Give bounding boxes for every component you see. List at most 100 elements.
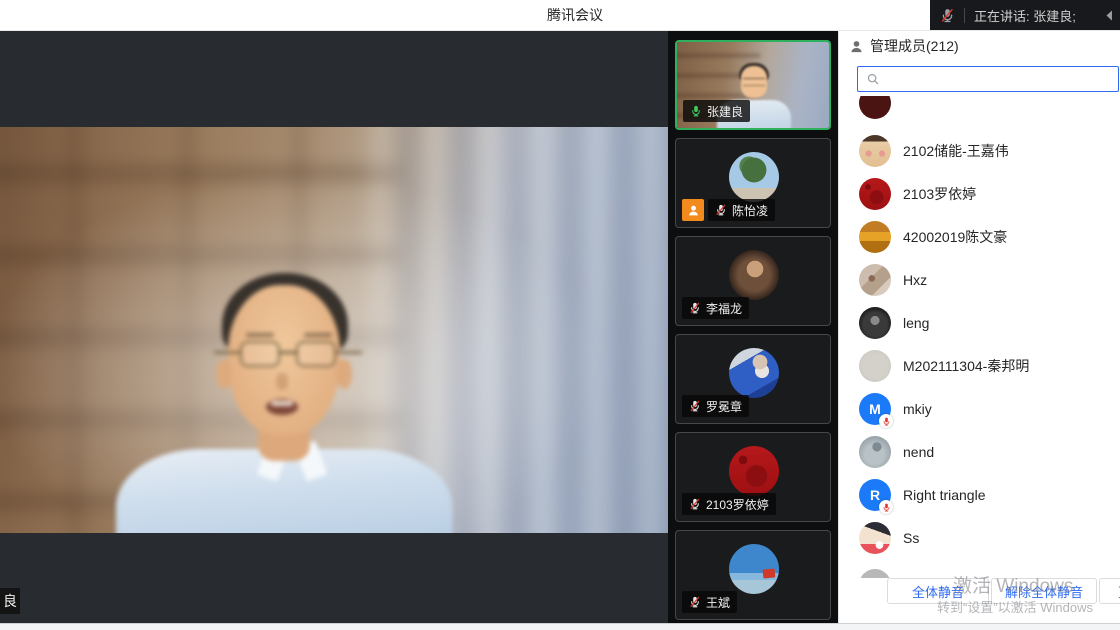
speaking-status-box: 正在讲话: 张建良; xyxy=(930,0,1120,30)
decor-shape xyxy=(691,303,699,313)
mic-muted-icon xyxy=(940,8,955,23)
glasses-lens-left xyxy=(240,341,280,367)
glasses-lens-right xyxy=(296,341,336,367)
tile-name-label: 王斌 xyxy=(682,591,737,613)
tile-avatar xyxy=(729,544,779,594)
member-mic-badge xyxy=(879,500,893,514)
speaker-teeth xyxy=(271,401,293,406)
mute-all-button[interactable]: 全体静音 xyxy=(887,578,989,604)
decor-shape xyxy=(851,41,861,52)
mic-icon xyxy=(882,417,891,426)
member-row[interactable]: Hxz xyxy=(839,259,1120,302)
member-panel-header: 管理成员(212) xyxy=(839,30,1120,62)
speaking-status-text: 正在讲话: 张建良; xyxy=(974,6,1076,25)
member-name: mkiy xyxy=(903,388,932,431)
decor-shape xyxy=(884,417,889,424)
title-bar: 腾讯会议 正在讲话: 张建良; xyxy=(0,0,1120,31)
member-avatar xyxy=(859,264,891,296)
main-speaker-video[interactable]: 良 xyxy=(0,30,668,623)
member-row[interactable]: 2103罗依婷 xyxy=(839,173,1120,216)
unmute-all-button[interactable]: 解除全体静音 xyxy=(991,578,1097,604)
tile-name-label: 2103罗依婷 xyxy=(682,493,776,515)
video-tile-2[interactable]: 陈怡凌 xyxy=(675,138,831,228)
tile-name-label: 李福龙 xyxy=(682,297,749,319)
video-tile-4[interactable]: 罗冕章 xyxy=(675,334,831,424)
mini-mm-glass xyxy=(743,78,765,86)
member-name: 42002019陈文豪 xyxy=(903,216,1007,259)
member-row[interactable]: Mmkiy xyxy=(839,388,1120,431)
member-row[interactable]: M202111304-秦邦明 xyxy=(839,345,1120,388)
member-avatar xyxy=(859,522,891,554)
mic-muted-icon xyxy=(689,596,701,608)
member-avatar xyxy=(859,307,891,339)
member-name: nend xyxy=(903,431,934,474)
member-panel: 管理成员(212) 2102储能-王嘉伟2103罗依婷42002019陈文豪Hx… xyxy=(838,30,1120,623)
video-tile-1[interactable]: 张建良 xyxy=(675,40,831,130)
glasses-arm-left xyxy=(214,351,242,354)
member-row[interactable]: 2102储能-王嘉伟 xyxy=(839,130,1120,173)
member-name: 2103罗依婷 xyxy=(903,173,976,216)
video-thumbnail-strip: 张建良陈怡凌李福龙罗冕章 2103罗依婷王斌 xyxy=(668,30,838,623)
avatar-letter: M xyxy=(869,401,881,417)
member-row[interactable]: 42002019陈文豪 xyxy=(839,216,1120,259)
meeting-window: 腾讯会议 正在讲话: 张建良; xyxy=(0,0,1120,630)
speaker-brow-right xyxy=(304,333,332,337)
mic-muted-icon xyxy=(689,400,701,412)
more-button[interactable]: 更多 xyxy=(1099,578,1120,604)
member-row[interactable]: leng xyxy=(839,302,1120,345)
tile-name-label: 张建良 xyxy=(683,100,750,122)
collapse-panel-chevron-left-icon[interactable] xyxy=(1102,8,1117,23)
app-title: 腾讯会议 xyxy=(547,0,603,30)
mic-muted-icon xyxy=(689,302,701,314)
decor-shape xyxy=(689,205,698,215)
member-row[interactable]: RRight triangle xyxy=(839,474,1120,517)
person-icon xyxy=(849,39,864,54)
decor-shape xyxy=(943,9,952,21)
glasses-bridge xyxy=(278,351,298,354)
member-name: leng xyxy=(903,302,929,345)
member-row[interactable]: Ss xyxy=(839,517,1120,560)
tile-avatar xyxy=(729,152,779,202)
partial-avatar-bottom xyxy=(859,569,891,578)
tile-participant-name: 李福龙 xyxy=(706,300,742,317)
video-tile-3[interactable]: 李福龙 xyxy=(675,236,831,326)
member-name: Hxz xyxy=(903,259,927,302)
tile-participant-name: 2103罗依婷 xyxy=(706,496,769,513)
member-row[interactable]: nend xyxy=(839,431,1120,474)
video-frame xyxy=(0,127,668,533)
decor-shape xyxy=(884,503,889,510)
speaker-ear-right xyxy=(336,359,352,389)
divider xyxy=(964,8,965,23)
tile-participant-name: 张建良 xyxy=(707,103,743,120)
video-tile-5[interactable]: 2103罗依婷 xyxy=(675,432,831,522)
member-panel-title: 管理成员(212) xyxy=(870,36,959,56)
tile-participant-name: 罗冕章 xyxy=(706,398,742,415)
speaker-ear-left xyxy=(216,359,232,389)
host-role-badge xyxy=(682,199,704,221)
video-tile-6[interactable]: 王斌 xyxy=(675,530,831,620)
tile-participant-name: 陈怡凌 xyxy=(732,202,768,219)
decor-shape xyxy=(691,499,699,509)
tile-participant-name: 王斌 xyxy=(706,594,730,611)
bottom-strip xyxy=(0,623,1120,630)
member-search-box xyxy=(857,66,1119,92)
speaker-figure xyxy=(0,127,668,533)
red-flag-overlay xyxy=(763,568,776,578)
member-name: M202111304-秦邦明 xyxy=(903,345,1029,388)
member-name: Ss xyxy=(903,517,919,560)
member-mic-badge xyxy=(879,414,893,428)
search-input[interactable] xyxy=(858,67,1118,91)
tile-name-label: 罗冕章 xyxy=(682,395,749,417)
partial-avatar-top xyxy=(859,96,891,119)
decor-shape xyxy=(717,205,725,215)
tile-avatar xyxy=(729,348,779,398)
member-avatar xyxy=(859,221,891,253)
avatar-letter: R xyxy=(870,487,880,503)
decor-shape xyxy=(691,597,699,607)
speaker-brow-left xyxy=(246,333,274,337)
decor-shape xyxy=(691,401,699,411)
member-avatar xyxy=(859,436,891,468)
member-avatar xyxy=(859,178,891,210)
glasses-arm-right xyxy=(334,351,362,354)
mic-muted-icon xyxy=(715,204,727,216)
